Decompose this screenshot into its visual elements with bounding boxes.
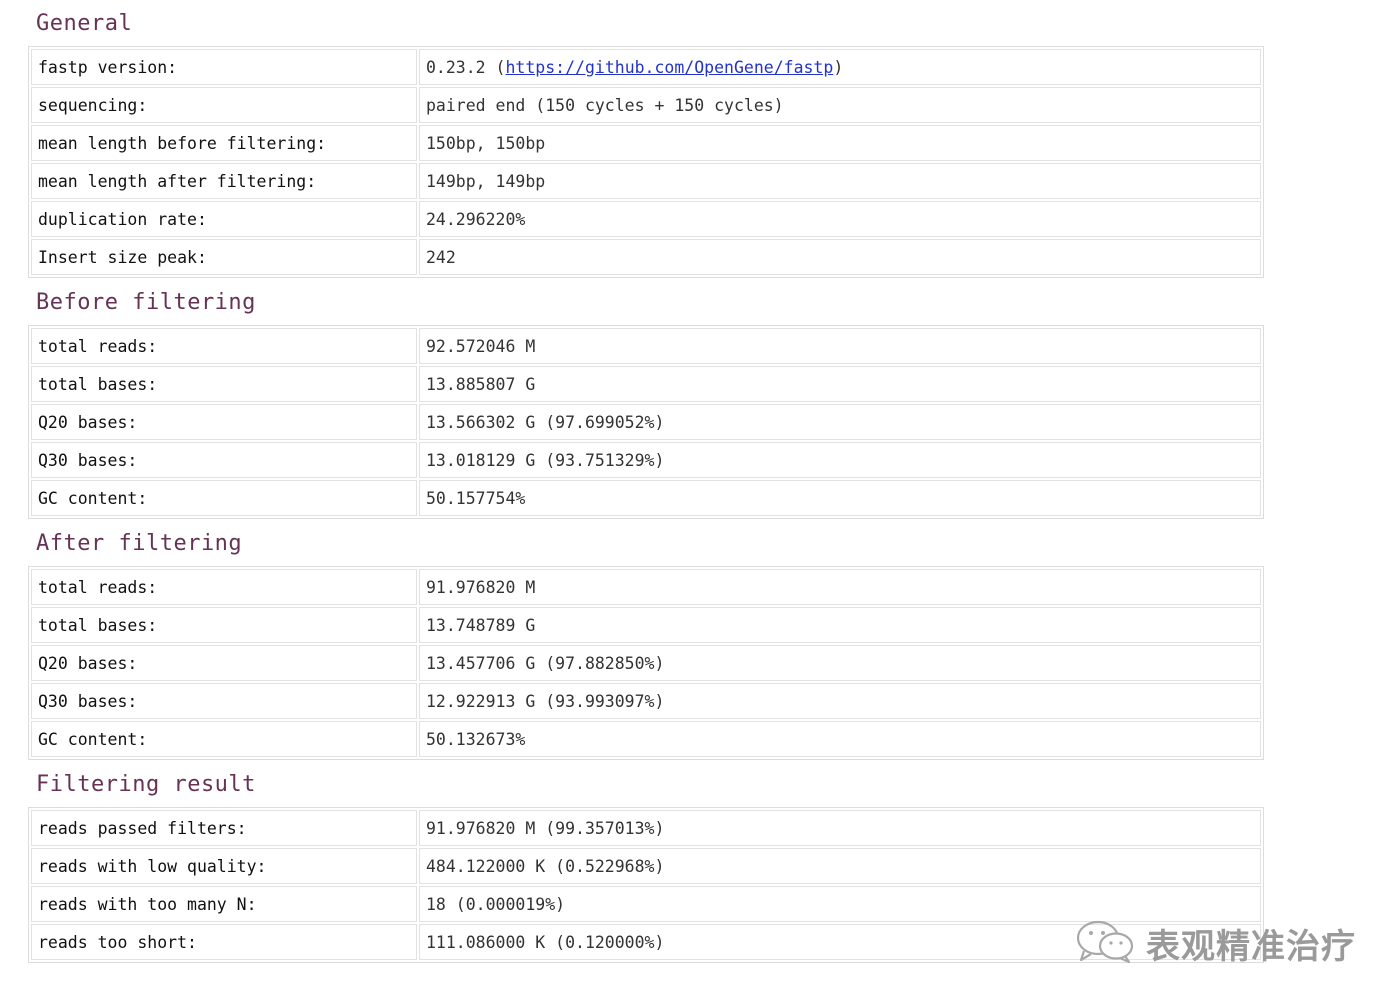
table-row: total reads: 92.572046 M: [31, 328, 1261, 364]
row-value: 242: [419, 239, 1261, 275]
watermark: 表观精准治疗: [1074, 918, 1356, 968]
fastp-github-link[interactable]: https://github.com/OpenGene/fastp: [505, 58, 833, 77]
general-table: fastp version: 0.23.2 (https://github.co…: [28, 46, 1264, 278]
before-filtering-table: total reads: 92.572046 M total bases: 13…: [28, 325, 1264, 519]
row-value: 91.976820 M: [419, 569, 1261, 605]
version-text: 0.23.2: [426, 57, 486, 77]
row-label: mean length after filtering:: [31, 163, 417, 199]
row-value: 13.457706 G (97.882850%): [419, 645, 1261, 681]
table-row: mean length before filtering: 150bp, 150…: [31, 125, 1261, 161]
row-label: total reads:: [31, 328, 417, 364]
row-value: 484.122000 K (0.522968%): [419, 848, 1261, 884]
row-label: reads passed filters:: [31, 810, 417, 846]
wechat-icon: [1074, 918, 1136, 968]
row-label: fastp version:: [31, 49, 417, 85]
row-label: duplication rate:: [31, 201, 417, 237]
row-value: 24.296220%: [419, 201, 1261, 237]
table-row: sequencing: paired end (150 cycles + 150…: [31, 87, 1261, 123]
row-value: 91.976820 M (99.357013%): [419, 810, 1261, 846]
row-label: mean length before filtering:: [31, 125, 417, 161]
row-value: 12.922913 G (93.993097%): [419, 683, 1261, 719]
table-row: total reads: 91.976820 M: [31, 569, 1261, 605]
table-row: fastp version: 0.23.2 (https://github.co…: [31, 49, 1261, 85]
row-value: 150bp, 150bp: [419, 125, 1261, 161]
row-value: 13.748789 G: [419, 607, 1261, 643]
row-label: reads with low quality:: [31, 848, 417, 884]
row-value: 13.018129 G (93.751329%): [419, 442, 1261, 478]
table-row: GC content: 50.157754%: [31, 480, 1261, 516]
table-row: reads with low quality: 484.122000 K (0.…: [31, 848, 1261, 884]
report-page: General fastp version: 0.23.2 (https://g…: [28, 0, 1266, 963]
row-label: Q30 bases:: [31, 442, 417, 478]
table-row: Q20 bases: 13.457706 G (97.882850%): [31, 645, 1261, 681]
link-close-paren: ): [833, 57, 844, 77]
row-value: 13.566302 G (97.699052%): [419, 404, 1261, 440]
section-title-general: General: [36, 11, 133, 36]
row-label: reads with too many N:: [31, 886, 417, 922]
section-title-filtering-result: Filtering result: [36, 772, 256, 797]
link-open-paren: (: [485, 57, 506, 77]
table-row: duplication rate: 24.296220%: [31, 201, 1261, 237]
row-value: 149bp, 149bp: [419, 163, 1261, 199]
row-value: 13.885807 G: [419, 366, 1261, 402]
table-row: reads with too many N: 18 (0.000019%): [31, 886, 1261, 922]
row-label: GC content:: [31, 721, 417, 757]
section-title-after-filtering: After filtering: [36, 531, 243, 556]
row-label: total bases:: [31, 607, 417, 643]
row-label: sequencing:: [31, 87, 417, 123]
row-value: 0.23.2 (https://github.com/OpenGene/fast…: [419, 49, 1261, 85]
row-label: Q30 bases:: [31, 683, 417, 719]
table-row: Q30 bases: 12.922913 G (93.993097%): [31, 683, 1261, 719]
row-value: 50.132673%: [419, 721, 1261, 757]
table-row: mean length after filtering: 149bp, 149b…: [31, 163, 1261, 199]
row-value: paired end (150 cycles + 150 cycles): [419, 87, 1261, 123]
row-value: 18 (0.000019%): [419, 886, 1261, 922]
table-row: GC content: 50.132673%: [31, 721, 1261, 757]
row-label: total bases:: [31, 366, 417, 402]
after-filtering-table: total reads: 91.976820 M total bases: 13…: [28, 566, 1264, 760]
section-title-before-filtering: Before filtering: [36, 290, 256, 315]
table-row: total bases: 13.885807 G: [31, 366, 1261, 402]
row-label: Q20 bases:: [31, 645, 417, 681]
watermark-text: 表观精准治疗: [1146, 926, 1356, 967]
table-row: Q30 bases: 13.018129 G (93.751329%): [31, 442, 1261, 478]
table-row: Insert size peak: 242: [31, 239, 1261, 275]
row-label: reads too short:: [31, 924, 417, 960]
table-row: reads passed filters: 91.976820 M (99.35…: [31, 810, 1261, 846]
table-row: total bases: 13.748789 G: [31, 607, 1261, 643]
row-value: 92.572046 M: [419, 328, 1261, 364]
row-value: 50.157754%: [419, 480, 1261, 516]
row-label: GC content:: [31, 480, 417, 516]
table-row: Q20 bases: 13.566302 G (97.699052%): [31, 404, 1261, 440]
row-label: Q20 bases:: [31, 404, 417, 440]
row-label: Insert size peak:: [31, 239, 417, 275]
row-label: total reads:: [31, 569, 417, 605]
